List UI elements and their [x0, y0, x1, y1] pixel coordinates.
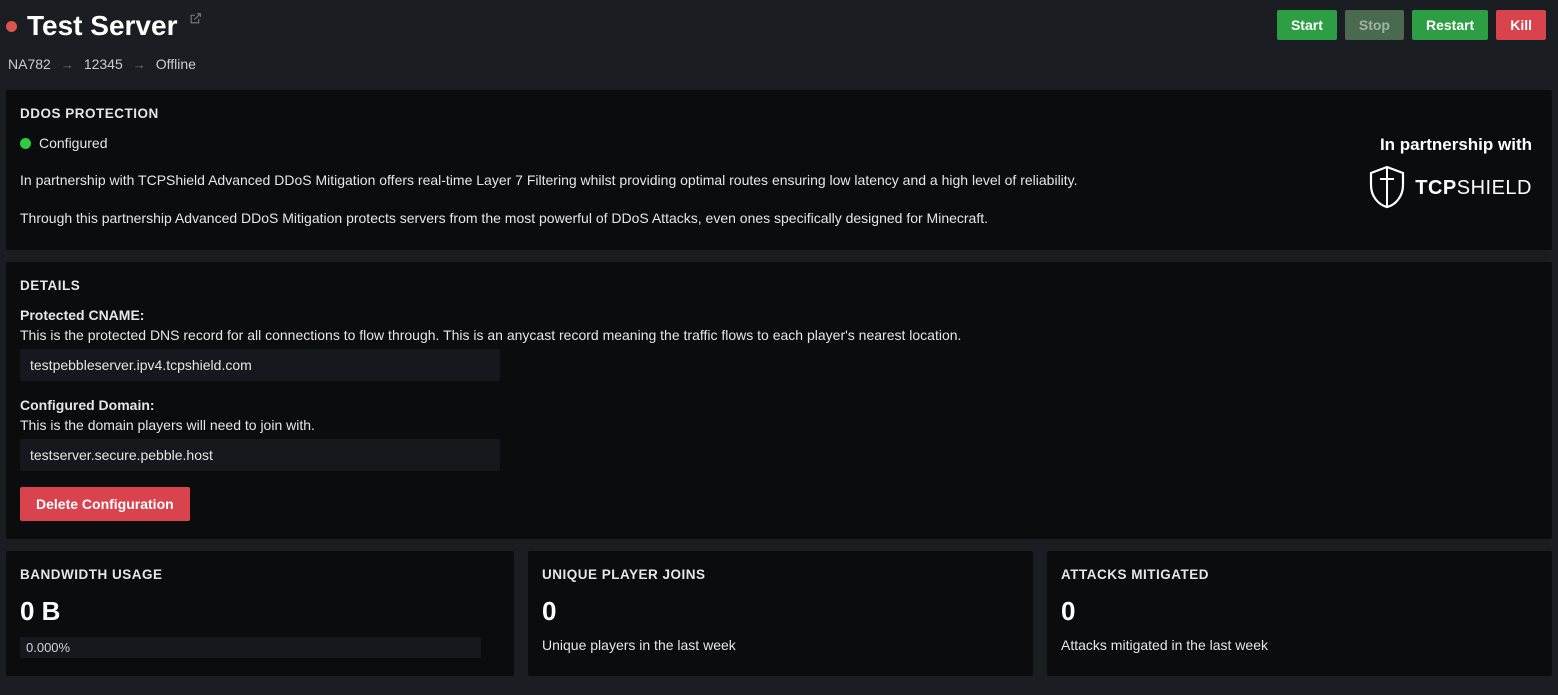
partner-label: In partnership with [1358, 135, 1532, 155]
shield-icon [1367, 165, 1407, 212]
chevron-right-icon: → [133, 57, 146, 72]
stop-button: Stop [1345, 10, 1404, 40]
breadcrumb-status: Offline [156, 56, 196, 72]
ddos-description-1: In partnership with TCPShield Advanced D… [20, 171, 1328, 191]
domain-label: Configured Domain: [20, 397, 1538, 413]
bandwidth-usage-card: BANDWIDTH USAGE 0 B 0.000% [6, 551, 514, 676]
server-status-dot [6, 21, 17, 32]
domain-help: This is the domain players will need to … [20, 417, 1538, 433]
players-value: 0 [542, 596, 1019, 627]
cname-value[interactable]: testpebbleserver.ipv4.tcpshield.com [20, 349, 500, 381]
ddos-description-2: Through this partnership Advanced DDoS M… [20, 209, 1328, 229]
attacks-heading: ATTACKS MITIGATED [1061, 567, 1538, 582]
attacks-value: 0 [1061, 596, 1538, 627]
delete-configuration-button[interactable]: Delete Configuration [20, 487, 190, 521]
page-header: Test Server NA782 → 12345 → Offline Star… [6, 6, 1552, 90]
cname-label: Protected CNAME: [20, 307, 1538, 323]
server-control-buttons: Start Stop Restart Kill [1277, 10, 1552, 40]
ddos-status-dot [20, 138, 31, 149]
breadcrumb-id[interactable]: 12345 [84, 56, 123, 72]
ddos-status-text: Configured [39, 135, 108, 151]
domain-value[interactable]: testserver.secure.pebble.host [20, 439, 500, 471]
start-button[interactable]: Start [1277, 10, 1337, 40]
edit-icon[interactable] [189, 12, 202, 28]
attacks-mitigated-card: ATTACKS MITIGATED 0 Attacks mitigated in… [1047, 551, 1552, 676]
ddos-heading: DDOS PROTECTION [20, 106, 1538, 121]
chevron-right-icon: → [61, 57, 74, 72]
bandwidth-heading: BANDWIDTH USAGE [20, 567, 500, 582]
breadcrumb-node[interactable]: NA782 [8, 56, 51, 72]
stats-row: BANDWIDTH USAGE 0 B 0.000% UNIQUE PLAYER… [6, 551, 1552, 676]
attacks-sub: Attacks mitigated in the last week [1061, 637, 1538, 653]
breadcrumb: NA782 → 12345 → Offline [8, 56, 202, 72]
details-heading: DETAILS [20, 278, 1538, 293]
players-heading: UNIQUE PLAYER JOINS [542, 567, 1019, 582]
partner-block: In partnership with TCPSHIELD [1358, 135, 1538, 232]
cname-help: This is the protected DNS record for all… [20, 327, 1538, 343]
tcpshield-logo-text: TCPSHIELD [1415, 177, 1532, 200]
bandwidth-value: 0 B [20, 596, 500, 627]
kill-button[interactable]: Kill [1496, 10, 1546, 40]
unique-player-joins-card: UNIQUE PLAYER JOINS 0 Unique players in … [528, 551, 1033, 676]
players-sub: Unique players in the last week [542, 637, 1019, 653]
details-panel: DETAILS Protected CNAME: This is the pro… [6, 262, 1552, 539]
ddos-protection-panel: DDOS PROTECTION Configured In partnershi… [6, 90, 1552, 250]
server-name: Test Server [27, 10, 177, 42]
bandwidth-percent-bar: 0.000% [20, 637, 481, 658]
tcpshield-logo: TCPSHIELD [1358, 165, 1532, 212]
restart-button[interactable]: Restart [1412, 10, 1488, 40]
